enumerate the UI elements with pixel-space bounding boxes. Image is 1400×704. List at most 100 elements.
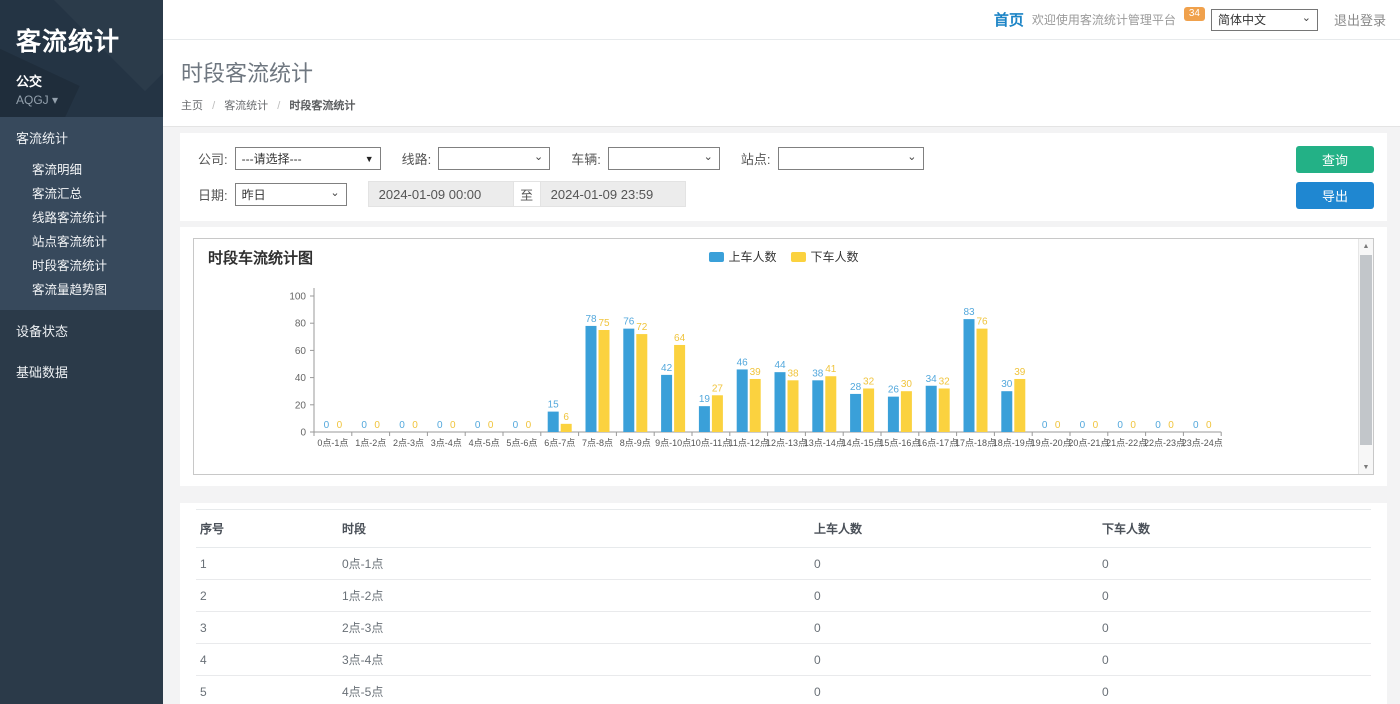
- bar-value-board: 38: [812, 368, 824, 379]
- bar-value-board: 42: [661, 363, 673, 374]
- sidebar-menu: 客流统计 客流明细客流汇总线路客流统计站点客流统计时段客流统计客流量趋势图 设备…: [0, 117, 163, 392]
- bar-alight: [901, 391, 912, 432]
- scroll-up-icon[interactable]: ▲: [1359, 239, 1373, 253]
- notification-badge[interactable]: 34: [1184, 7, 1205, 21]
- breadcrumb-passenger-stats[interactable]: 客流统计: [224, 100, 268, 112]
- scroll-thumb[interactable]: [1360, 255, 1372, 445]
- user-dropdown[interactable]: AQGJ ▾: [16, 93, 147, 107]
- sidebar-subitem[interactable]: 线路客流统计: [0, 206, 163, 230]
- date-end-input[interactable]: [540, 181, 686, 207]
- x-tick-label: 3点-4点: [431, 438, 462, 448]
- x-tick-label: 7点-8点: [582, 438, 613, 448]
- sidebar-subitem[interactable]: 站点客流统计: [0, 230, 163, 254]
- date-label: 日期:: [198, 185, 228, 204]
- dropdown-arrow-icon: ▼: [365, 154, 374, 164]
- company-select[interactable]: ---请选择--- ▼: [235, 147, 381, 170]
- bar-value-board: 83: [963, 307, 975, 318]
- vehicle-filter: 车辆: ⌄: [571, 147, 720, 170]
- bar-value-board: 28: [850, 382, 862, 393]
- chart-title: 时段车流统计图: [208, 247, 313, 268]
- sidebar-item-base-data[interactable]: 基础数据: [0, 351, 163, 392]
- bar-value-board: 26: [888, 385, 900, 396]
- logout-link[interactable]: 退出登录: [1334, 10, 1386, 29]
- bar-value-board: 34: [926, 374, 938, 385]
- line-select[interactable]: ⌄: [438, 147, 550, 170]
- bar-value-alight: 32: [863, 376, 875, 387]
- legend-item-board[interactable]: 上车人数: [708, 248, 776, 265]
- app-logo-area: 客流统计 公交 AQGJ ▾: [0, 0, 163, 117]
- bar-board: [661, 375, 672, 432]
- sidebar-subitem[interactable]: 客流汇总: [0, 182, 163, 206]
- bar-value-alight: 64: [674, 333, 686, 344]
- table-cell: 0: [810, 548, 1098, 580]
- x-tick-label: 0点-1点: [317, 438, 348, 448]
- table-cell: 4点-5点: [338, 676, 810, 704]
- bar-value-board: 19: [699, 394, 711, 405]
- bar-value-alight: 0: [1130, 420, 1136, 431]
- language-select[interactable]: 简体中文 ⌄: [1211, 9, 1318, 31]
- x-tick-label: 18点-19点: [993, 438, 1034, 448]
- table-cell: 0: [1098, 644, 1371, 676]
- bar-value-board: 0: [513, 420, 519, 431]
- scroll-down-icon[interactable]: ▼: [1359, 460, 1373, 474]
- legend-item-alight[interactable]: 下车人数: [791, 248, 859, 265]
- sidebar-item-passenger-stats[interactable]: 客流统计: [0, 117, 163, 158]
- table-cell: 2点-3点: [338, 612, 810, 644]
- date-preset-select[interactable]: 昨日 ⌄: [235, 183, 347, 206]
- legend-label-board: 上车人数: [728, 248, 776, 265]
- export-button[interactable]: 导出: [1296, 182, 1374, 209]
- line-label: 线路:: [402, 149, 432, 168]
- app-title: 客流统计: [16, 22, 147, 58]
- main-area: 首页 欢迎使用客流统计管理平台 34 简体中文 ⌄ 退出登录 时段客流统计 主页…: [163, 0, 1400, 704]
- station-select[interactable]: ⌄: [778, 147, 924, 170]
- breadcrumb-home[interactable]: 主页: [181, 100, 203, 112]
- bar-value-alight: 6: [563, 412, 569, 423]
- date-range-to-label: 至: [514, 181, 540, 207]
- bar-alight: [636, 334, 647, 432]
- chart-scrollbar[interactable]: ▲ ▼: [1358, 239, 1373, 474]
- bar-value-alight: 72: [636, 322, 648, 333]
- table-cell: 0: [1098, 548, 1371, 580]
- table-cell: 0: [1098, 612, 1371, 644]
- bar-value-board: 0: [475, 420, 481, 431]
- bar-value-alight: 39: [1014, 367, 1026, 378]
- page-heading: 时段客流统计 主页 / 客流统计 / 时段客流统计: [163, 40, 1400, 127]
- language-value: 简体中文: [1218, 11, 1266, 28]
- sidebar: 客流统计 公交 AQGJ ▾ 客流统计 客流明细客流汇总线路客流统计站点客流统计…: [0, 0, 163, 704]
- home-link[interactable]: 首页: [994, 9, 1024, 30]
- x-tick-label: 6点-7点: [544, 438, 575, 448]
- col-header-board: 上车人数: [810, 510, 1098, 548]
- x-tick-label: 5点-6点: [506, 438, 537, 448]
- content-area: 公司: ---请选择--- ▼ 线路: ⌄ 车: [163, 127, 1400, 704]
- bar-value-alight: 0: [337, 420, 343, 431]
- bar-value-alight: 27: [712, 383, 724, 394]
- bar-board: [586, 326, 597, 432]
- x-tick-label: 11点-12点: [729, 438, 769, 448]
- vehicle-select[interactable]: ⌄: [608, 147, 720, 170]
- bar-value-alight: 76: [976, 317, 988, 328]
- filter-panel: 公司: ---请选择--- ▼ 线路: ⌄ 车: [180, 133, 1387, 221]
- station-filter: 站点: ⌄: [741, 147, 924, 170]
- org-name: 公交: [16, 71, 147, 90]
- table-cell: 3: [196, 612, 338, 644]
- bar-value-board: 0: [361, 420, 367, 431]
- bar-board: [699, 406, 710, 432]
- bar-alight: [712, 395, 723, 432]
- x-tick-label: 23点-24点: [1182, 438, 1223, 448]
- query-button[interactable]: 查询: [1296, 146, 1374, 173]
- vehicle-label: 车辆:: [571, 149, 601, 168]
- y-tick-label: 20: [295, 400, 307, 411]
- bar-alight: [977, 329, 988, 432]
- sidebar-item-device-status[interactable]: 设备状态: [0, 310, 163, 351]
- sidebar-subitem[interactable]: 客流明细: [0, 158, 163, 182]
- sidebar-subitem[interactable]: 客流量趋势图: [0, 278, 163, 302]
- table-panel: 序号 时段 上车人数 下车人数 10点-1点0021点-2点0032点-3点00…: [180, 503, 1387, 704]
- menu-section-passenger-stats: 客流统计 客流明细客流汇总线路客流统计站点客流统计时段客流统计客流量趋势图: [0, 117, 163, 310]
- topbar: 首页 欢迎使用客流统计管理平台 34 简体中文 ⌄ 退出登录: [163, 0, 1400, 40]
- user-name: AQGJ: [16, 93, 49, 107]
- bar-value-alight: 0: [1206, 420, 1212, 431]
- sidebar-subitem-current[interactable]: 时段客流统计: [0, 254, 163, 278]
- bar-alight: [599, 330, 610, 432]
- date-filter: 日期: 昨日 ⌄: [198, 183, 347, 206]
- date-start-input[interactable]: [368, 181, 514, 207]
